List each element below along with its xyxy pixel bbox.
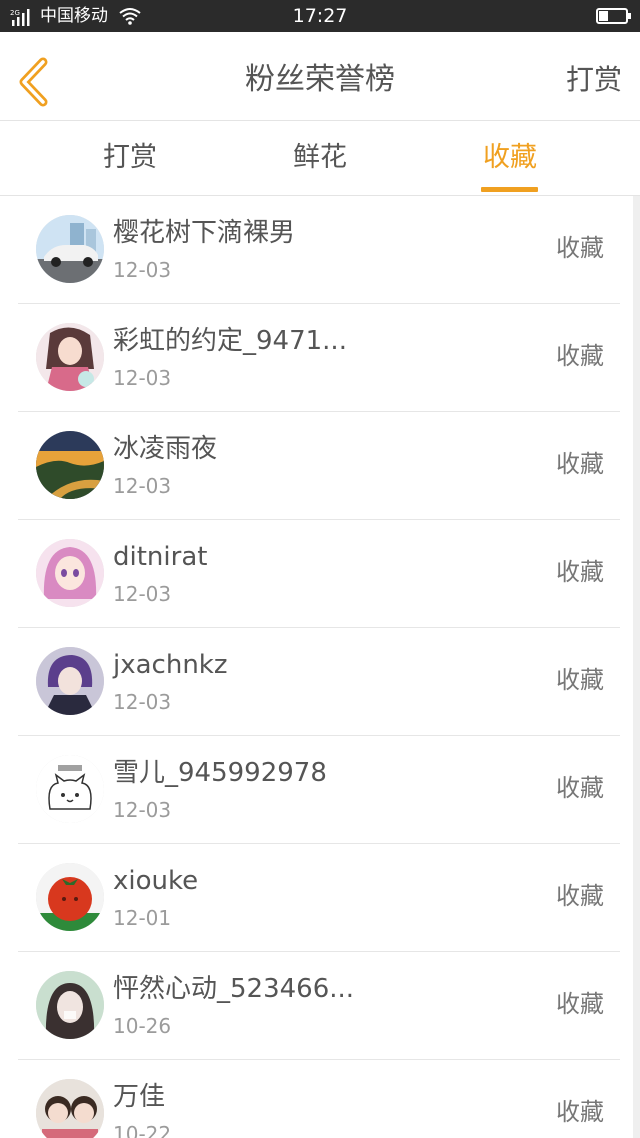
- clock: 17:27: [292, 5, 348, 27]
- anime-girl-avatar: [36, 323, 104, 391]
- fan-date: 12-03: [113, 258, 172, 282]
- list-item[interactable]: 雪儿_945992978 12-03 收藏: [18, 736, 620, 844]
- list-item[interactable]: 万佳 10-22 收藏: [18, 1060, 620, 1138]
- fan-name: xiouke: [113, 866, 199, 896]
- fan-name: 雪儿_945992978: [113, 758, 327, 788]
- list-item[interactable]: xiouke 12-01 收藏: [18, 844, 620, 952]
- favorite-label: 收藏: [556, 558, 604, 586]
- favorite-label: 收藏: [556, 1098, 604, 1126]
- fan-date: 12-01: [113, 906, 172, 930]
- tab-flowers[interactable]: 鲜花: [220, 121, 420, 195]
- favorite-label: 收藏: [556, 234, 604, 262]
- page-title: 粉丝荣誉榜: [245, 62, 395, 97]
- list-item[interactable]: 怦然心动_523466... 10-26 收藏: [18, 952, 620, 1060]
- list-item[interactable]: 彩虹的约定_9471... 12-03 收藏: [18, 304, 620, 412]
- purple-hair-boy-avatar: [36, 647, 104, 715]
- fan-name: 冰凌雨夜: [113, 434, 218, 464]
- scrollbar[interactable]: [633, 196, 640, 1138]
- kids-photo-avatar: [36, 1079, 104, 1138]
- tab-bar: 打赏 鲜花 收藏: [0, 121, 640, 196]
- fan-list: 樱花树下滴裸男 12-03 收藏 彩虹的约定_9471... 12-03 收藏: [0, 196, 640, 1138]
- fan-name: 万佳: [113, 1082, 166, 1112]
- car-avatar: [36, 215, 104, 283]
- favorite-label: 收藏: [556, 990, 604, 1018]
- fan-date: 10-26: [113, 1014, 172, 1038]
- fan-name: 樱花树下滴裸男: [113, 218, 296, 248]
- reward-button[interactable]: 打赏: [566, 58, 622, 102]
- fan-date: 12-03: [113, 690, 172, 714]
- fan-date: 10-22: [113, 1122, 172, 1138]
- fan-date: 12-03: [113, 366, 172, 390]
- status-bar: 2G 中国移动 17:27: [0, 0, 640, 32]
- fan-name: 怦然心动_523466...: [113, 974, 355, 1004]
- favorite-label: 收藏: [556, 342, 604, 370]
- girl-photo-avatar: [36, 971, 104, 1039]
- white-cat-avatar: [36, 755, 104, 823]
- header-bar: 粉丝荣誉榜 打赏: [0, 32, 640, 121]
- fan-date: 12-03: [113, 474, 172, 498]
- list-item[interactable]: jxachnkz 12-03 收藏: [18, 628, 620, 736]
- fan-name: jxachnkz: [113, 650, 228, 680]
- favorite-label: 收藏: [556, 774, 604, 802]
- battery-icon: [596, 8, 631, 24]
- sunset-road-avatar: [36, 431, 104, 499]
- fan-name: ditnirat: [113, 542, 208, 572]
- favorite-label: 收藏: [556, 666, 604, 694]
- fan-date: 12-03: [113, 798, 172, 822]
- tab-reward[interactable]: 打赏: [30, 121, 230, 195]
- favorite-label: 收藏: [556, 882, 604, 910]
- fan-date: 12-03: [113, 582, 172, 606]
- tomato-avatar: [36, 863, 104, 931]
- list-item[interactable]: 樱花树下滴裸男 12-03 收藏: [18, 196, 620, 304]
- list-item[interactable]: ditnirat 12-03 收藏: [18, 520, 620, 628]
- tab-favorites[interactable]: 收藏: [410, 121, 610, 195]
- favorite-label: 收藏: [556, 450, 604, 478]
- fan-name: 彩虹的约定_9471...: [113, 326, 347, 356]
- list-item[interactable]: 冰凌雨夜 12-03 收藏: [18, 412, 620, 520]
- pink-hair-girl-avatar: [36, 539, 104, 607]
- active-tab-indicator: [481, 187, 538, 192]
